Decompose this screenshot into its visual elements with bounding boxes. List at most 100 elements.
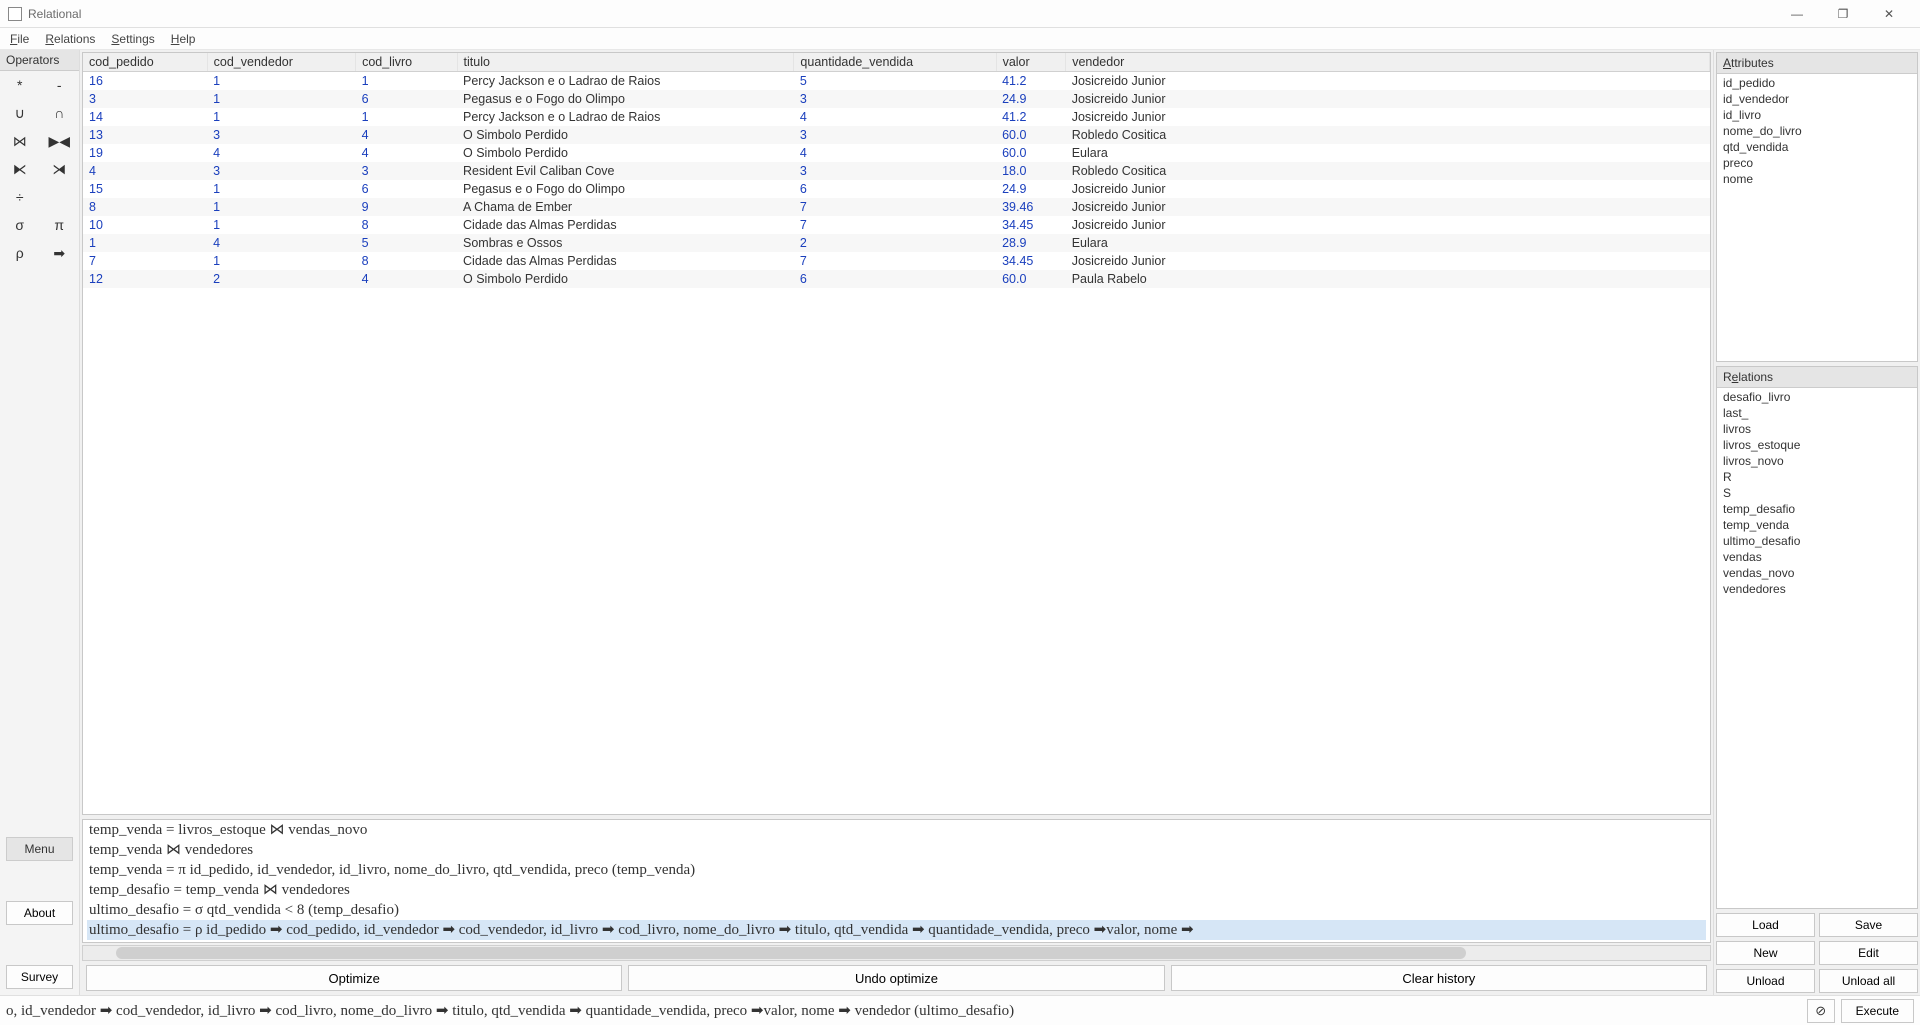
query-bar: o, id_vendedor ➡ cod_vendedor, id_livro … xyxy=(0,995,1920,1025)
relation-item[interactable]: R xyxy=(1723,469,1911,485)
relation-item[interactable]: temp_venda xyxy=(1723,517,1911,533)
column-header[interactable]: cod_livro xyxy=(356,53,457,72)
table-row[interactable]: 1611Percy Jackson e o Ladrao de Raios541… xyxy=(83,72,1710,91)
minimize-button[interactable]: — xyxy=(1774,0,1820,28)
history-scrollbar[interactable] xyxy=(82,945,1711,961)
operator-button[interactable]: ⧔ xyxy=(0,155,40,183)
menu-relations[interactable]: Relations xyxy=(45,32,95,46)
survey-button[interactable]: Survey xyxy=(6,965,73,989)
table-cell: 4 xyxy=(356,126,457,144)
history-item[interactable]: temp_venda ⋈ vendedores xyxy=(87,840,1706,860)
table-cell: 4 xyxy=(207,144,355,162)
table-cell: Pegasus e o Fogo do Olimpo xyxy=(457,90,794,108)
history-item[interactable]: ultimo_desafio = σ qtd_vendida < 8 (temp… xyxy=(87,900,1706,920)
column-header[interactable]: cod_pedido xyxy=(83,53,207,72)
operator-button[interactable]: ÷ xyxy=(0,183,40,211)
operator-button[interactable]: - xyxy=(40,71,80,99)
menu-settings[interactable]: Settings xyxy=(111,32,154,46)
menu-file[interactable]: File xyxy=(10,32,29,46)
column-header[interactable]: titulo xyxy=(457,53,794,72)
operator-button[interactable]: ▶◀ xyxy=(40,127,80,155)
attribute-item[interactable]: preco xyxy=(1723,155,1911,171)
history-item[interactable]: temp_desafio = temp_venda ⋈ vendedores xyxy=(87,880,1706,900)
attribute-item[interactable]: id_livro xyxy=(1723,107,1911,123)
attribute-item[interactable]: id_vendedor xyxy=(1723,91,1911,107)
table-row[interactable]: 1944O Simbolo Perdido460.0Eulara xyxy=(83,144,1710,162)
relation-item[interactable]: vendedores xyxy=(1723,581,1911,597)
table-cell: 4 xyxy=(83,162,207,180)
query-input[interactable]: o, id_vendedor ➡ cod_vendedor, id_livro … xyxy=(6,1001,1801,1020)
table-row[interactable]: 1334O Simbolo Perdido360.0Robledo Cositi… xyxy=(83,126,1710,144)
table-cell: Paula Rabelo xyxy=(1066,270,1710,288)
relation-item[interactable]: desafio_livro xyxy=(1723,389,1911,405)
attribute-item[interactable]: nome xyxy=(1723,171,1911,187)
operator-button[interactable]: ⋈ xyxy=(0,127,40,155)
attributes-panel: Attributes id_pedidoid_vendedorid_livron… xyxy=(1716,52,1918,362)
clear-query-icon[interactable]: ⊘ xyxy=(1807,999,1835,1023)
operator-button[interactable]: ∩ xyxy=(40,99,80,127)
table-row[interactable]: 718Cidade das Almas Perdidas734.45Josicr… xyxy=(83,252,1710,270)
load-button[interactable]: Load xyxy=(1716,913,1815,937)
execute-button[interactable]: Execute xyxy=(1841,999,1914,1023)
clear-history-button[interactable]: Clear history xyxy=(1171,965,1707,991)
relation-item[interactable]: vendas_novo xyxy=(1723,565,1911,581)
menu-section-label[interactable]: Menu xyxy=(6,837,73,861)
unload-button[interactable]: Unload xyxy=(1716,969,1815,993)
new-button[interactable]: New xyxy=(1716,941,1815,965)
table-cell: 6 xyxy=(356,180,457,198)
operator-button[interactable]: ∪ xyxy=(0,99,40,127)
history-item[interactable]: temp_venda = π id_pedido, id_vendedor, i… xyxy=(87,860,1706,880)
table-row[interactable]: 1516Pegasus e o Fogo do Olimpo624.9Josic… xyxy=(83,180,1710,198)
menu-help[interactable]: Help xyxy=(171,32,196,46)
table-row[interactable]: 1018Cidade das Almas Perdidas734.45Josic… xyxy=(83,216,1710,234)
table-cell: 19 xyxy=(83,144,207,162)
relation-item[interactable]: livros_novo xyxy=(1723,453,1911,469)
operator-button[interactable]: ⧕ xyxy=(40,155,80,183)
history-item[interactable]: temp_venda = livros_estoque ⋈ vendas_nov… xyxy=(87,820,1706,840)
maximize-button[interactable]: ❐ xyxy=(1820,0,1866,28)
history-item[interactable]: ultimo_desafio = ρ id_pedido ➡ cod_pedid… xyxy=(87,920,1706,940)
attribute-item[interactable]: nome_do_livro xyxy=(1723,123,1911,139)
operator-button[interactable]: ρ xyxy=(0,239,40,267)
column-header[interactable]: quantidade_vendida xyxy=(794,53,996,72)
attribute-item[interactable]: id_pedido xyxy=(1723,75,1911,91)
table-cell: 3 xyxy=(794,162,996,180)
table-row[interactable]: 433Resident Evil Caliban Cove318.0Robled… xyxy=(83,162,1710,180)
operator-button[interactable]: * xyxy=(0,71,40,99)
table-cell: O Simbolo Perdido xyxy=(457,126,794,144)
table-cell: Eulara xyxy=(1066,234,1710,252)
table-cell: 6 xyxy=(794,180,996,198)
about-button[interactable]: About xyxy=(6,901,73,925)
operator-button[interactable]: ➡ xyxy=(40,239,80,267)
undo-optimize-button[interactable]: Undo optimize xyxy=(628,965,1164,991)
optimize-button[interactable]: Optimize xyxy=(86,965,622,991)
table-cell: 24.9 xyxy=(996,90,1066,108)
save-button[interactable]: Save xyxy=(1819,913,1918,937)
edit-button[interactable]: Edit xyxy=(1819,941,1918,965)
relation-item[interactable]: livros_estoque xyxy=(1723,437,1911,453)
table-row[interactable]: 819A Chama de Ember739.46Josicreido Juni… xyxy=(83,198,1710,216)
relation-item[interactable]: ultimo_desafio xyxy=(1723,533,1911,549)
relation-item[interactable]: vendas xyxy=(1723,549,1911,565)
attribute-item[interactable]: qtd_vendida xyxy=(1723,139,1911,155)
history-list[interactable]: temp_venda = livros_estoque ⋈ vendas_nov… xyxy=(82,819,1711,943)
table-cell: 13 xyxy=(83,126,207,144)
column-header[interactable]: vendedor xyxy=(1066,53,1710,72)
table-cell: 60.0 xyxy=(996,270,1066,288)
relation-item[interactable]: last_ xyxy=(1723,405,1911,421)
column-header[interactable]: cod_vendedor xyxy=(207,53,355,72)
table-row[interactable]: 316Pegasus e o Fogo do Olimpo324.9Josicr… xyxy=(83,90,1710,108)
table-cell: 1 xyxy=(83,234,207,252)
relation-item[interactable]: S xyxy=(1723,485,1911,501)
table-row[interactable]: 1411Percy Jackson e o Ladrao de Raios441… xyxy=(83,108,1710,126)
unload-all-button[interactable]: Unload all xyxy=(1819,969,1918,993)
table-row[interactable]: 1224O Simbolo Perdido660.0Paula Rabelo xyxy=(83,270,1710,288)
column-header[interactable]: valor xyxy=(996,53,1066,72)
result-table-wrap[interactable]: cod_pedidocod_vendedorcod_livrotituloqua… xyxy=(82,52,1711,815)
operator-button[interactable]: σ xyxy=(0,211,40,239)
close-button[interactable]: ✕ xyxy=(1866,0,1912,28)
relation-item[interactable]: temp_desafio xyxy=(1723,501,1911,517)
operator-button[interactable]: π xyxy=(40,211,80,239)
relation-item[interactable]: livros xyxy=(1723,421,1911,437)
table-row[interactable]: 145Sombras e Ossos228.9Eulara xyxy=(83,234,1710,252)
